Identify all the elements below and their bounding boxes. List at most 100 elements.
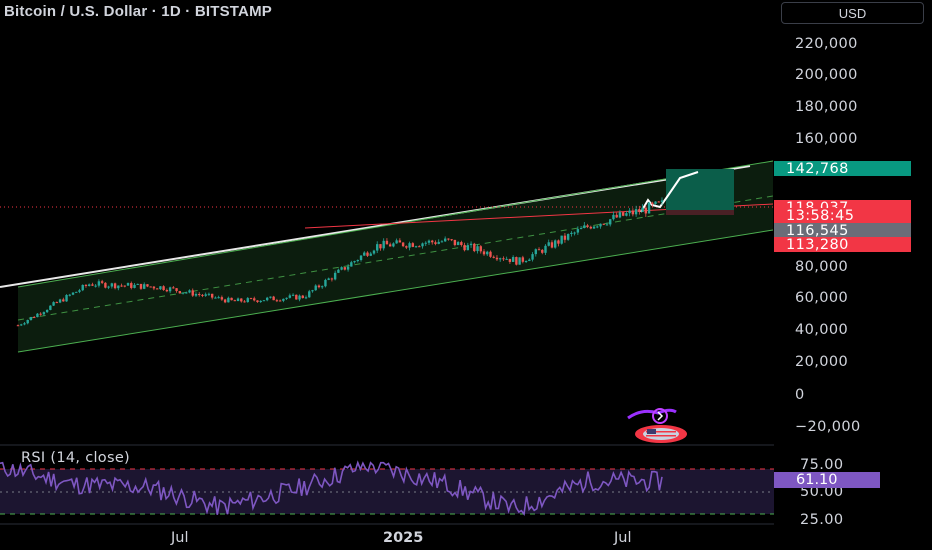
candle-body	[230, 297, 233, 301]
candle-body	[52, 302, 55, 306]
candle-body	[49, 305, 52, 310]
candle-body	[573, 232, 576, 234]
candle-body	[628, 210, 631, 214]
candle-body	[550, 242, 554, 248]
candle-body	[204, 294, 207, 296]
candle-body	[243, 301, 246, 303]
candle-body	[476, 246, 479, 252]
candle-body	[75, 291, 78, 293]
candle-body	[576, 229, 580, 233]
candle-body	[466, 245, 470, 251]
candle-body	[346, 266, 350, 270]
candle-body	[359, 255, 363, 261]
candle-body	[440, 241, 444, 243]
candle-body	[612, 214, 615, 220]
candle-body	[194, 294, 198, 296]
candle-body	[155, 288, 159, 290]
time-label-jul-2025: Jul	[614, 530, 632, 546]
candle-body	[220, 297, 224, 300]
candle-body	[401, 242, 405, 247]
candle-body	[631, 210, 635, 215]
candle-body	[414, 246, 418, 248]
candle-body	[26, 319, 29, 324]
chart-title[interactable]: Bitcoin / U.S. Dollar · 1D · BITSTAMP	[4, 3, 272, 20]
candle-body	[236, 298, 240, 302]
candle-body	[29, 317, 33, 320]
stop-box[interactable]	[666, 210, 734, 215]
candle-body	[308, 291, 311, 298]
candle-body	[492, 256, 495, 258]
candle-body	[421, 243, 424, 247]
candle-body	[278, 300, 282, 302]
candle-body	[541, 249, 544, 253]
candle-body	[524, 261, 528, 263]
candle-body	[104, 282, 107, 288]
candle-body	[615, 214, 618, 218]
time-label-2025: 2025	[383, 530, 424, 546]
price-axis-label: 160,000	[795, 131, 858, 147]
candle-body	[16, 325, 20, 327]
price-axis-label: 60,000	[795, 290, 849, 306]
candle-body	[117, 285, 120, 289]
candle-body	[528, 259, 531, 262]
candle-body	[592, 226, 596, 229]
candle-body	[162, 286, 165, 291]
candle-body	[321, 286, 324, 288]
candle-body	[94, 285, 97, 287]
candle-body	[405, 246, 408, 248]
candle-body	[340, 267, 343, 270]
candle-body	[262, 300, 266, 302]
candle-body	[152, 286, 156, 289]
candle-body	[295, 294, 298, 300]
price-axis-label: 80,000	[795, 259, 849, 275]
target-box[interactable]	[666, 169, 734, 210]
currency-button[interactable]: USD	[781, 2, 924, 24]
candle-body	[87, 284, 91, 286]
candle-body	[395, 240, 398, 244]
price-axis-label: 220,000	[795, 36, 858, 52]
candle-body	[363, 252, 366, 256]
candle-body	[58, 299, 62, 303]
candle-body	[482, 251, 486, 255]
candle-body	[172, 287, 175, 289]
rsi-label[interactable]: RSI (14, close)	[21, 450, 130, 466]
candle-body	[376, 244, 379, 251]
candle-body	[330, 278, 334, 280]
candle-body	[511, 257, 515, 262]
candle-body	[198, 294, 201, 296]
candle-body	[634, 209, 638, 215]
candle-body	[369, 253, 372, 256]
rsi-axis-25: 25.00	[800, 512, 844, 528]
candle-body	[508, 258, 512, 262]
candle-body	[353, 261, 356, 263]
candle-body	[337, 269, 340, 273]
candle-body	[521, 257, 525, 262]
candle-body	[65, 294, 68, 302]
candle-body	[188, 290, 191, 293]
candle-body	[609, 219, 612, 225]
candle-body	[392, 243, 395, 247]
candle-body	[136, 283, 139, 285]
candle-body	[431, 240, 434, 243]
candle-body	[71, 292, 75, 295]
candle-body	[253, 298, 256, 301]
candle-body	[233, 300, 237, 302]
candle-body	[547, 242, 550, 246]
candle-body	[460, 242, 463, 246]
candle-body	[560, 235, 563, 244]
candle-body	[554, 240, 557, 248]
candle-body	[139, 283, 143, 289]
candle-body	[45, 309, 49, 313]
candle-body	[249, 298, 253, 300]
candle-body	[78, 290, 81, 292]
candle-body	[113, 283, 117, 289]
candle-body	[638, 209, 641, 213]
candle-body	[81, 284, 84, 291]
candle-body	[544, 245, 547, 253]
candle-body	[143, 284, 146, 289]
candle-body	[453, 239, 457, 246]
candle-body	[398, 240, 402, 243]
candle-body	[450, 239, 453, 241]
candle-body	[207, 293, 211, 295]
chart-canvas[interactable]	[0, 0, 932, 550]
